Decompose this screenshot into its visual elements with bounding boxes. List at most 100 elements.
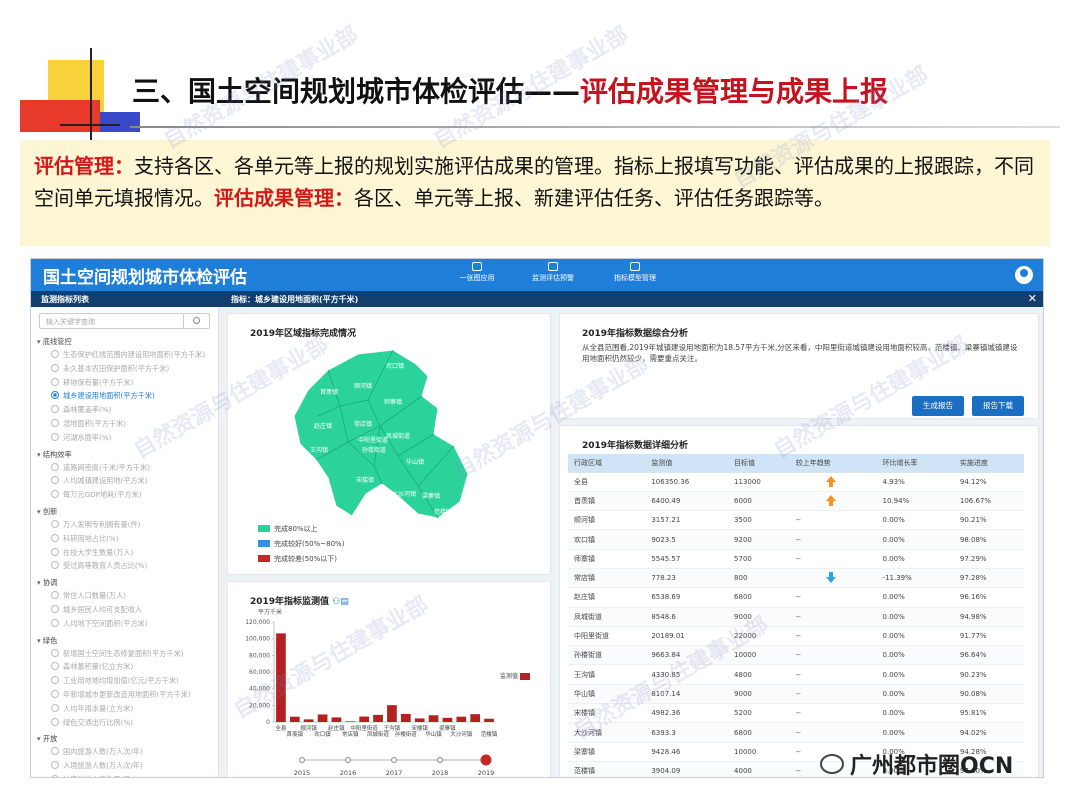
tree-item-radio[interactable]: 受过高等教育人员占比(%) <box>37 559 218 573</box>
table-cell: 0.00% <box>876 607 954 627</box>
x-tick-label: 大沙河镇 <box>450 730 473 738</box>
tree-group[interactable]: 协调 <box>37 576 218 589</box>
region-label: 范楼镇 <box>434 508 452 516</box>
map-panel: 2019年区域指标完成情况 欢口镇 首羡镇 顺河镇 师寨镇 赵庄镇 常店镇 中阳… <box>227 313 551 575</box>
tree-group[interactable]: 结构效率 <box>37 448 218 461</box>
tree-item-radio[interactable]: 人均城镇建设用地(平方米) <box>37 474 218 488</box>
column-header[interactable]: 目标值 <box>728 454 790 473</box>
table-cell: 6400.49 <box>645 491 729 512</box>
tree-item-radio[interactable]: 每万元GDP地耗(平方米) <box>37 488 218 502</box>
timeline-year-dot[interactable] <box>299 757 305 763</box>
table-cell: -- <box>789 626 877 647</box>
bar <box>400 713 411 722</box>
tree-item-radio[interactable]: 外籍常住人口数量(万人) <box>37 773 218 777</box>
table-cell: -- <box>789 722 877 743</box>
table-cell: 106.67% <box>953 491 1024 512</box>
table-cell: 首羡镇 <box>568 491 646 512</box>
table-cell: -- <box>789 684 877 705</box>
tree-item-radio[interactable]: 在校大学生数量(万人) <box>37 546 218 560</box>
nav-label: 指标模型管理 <box>614 274 656 282</box>
nav-map-app[interactable]: 一张图应用 <box>447 262 507 283</box>
user-avatar-icon[interactable] <box>1015 266 1033 284</box>
table-row[interactable]: 王沟镇 4330.85 4800 -- 0.00% 90.23% <box>568 664 1024 685</box>
column-header[interactable]: 实施进度 <box>953 454 1024 473</box>
y-tick-label: 0 <box>266 719 270 726</box>
table-row[interactable]: 宋楼镇 4982.36 5200 -- 0.00% 95.81% <box>568 703 1024 724</box>
tree-item-radio[interactable]: 万人发明专利拥有量(件) <box>37 518 218 532</box>
tree-item-radio[interactable]: 生态保护红线范围内建设用地面积(平方千米) <box>37 348 218 362</box>
summary-title: 2019年指标数据综合分析 <box>582 329 689 339</box>
nav-indicator-model[interactable]: 指标模型管理 <box>605 262 665 283</box>
column-header[interactable]: 行政区域 <box>568 454 646 473</box>
tree-item-radio[interactable]: 森林蓄积量(亿立方米) <box>37 660 218 674</box>
tree-item-radio[interactable]: 城乡建设用地面积(平方千米) <box>37 389 218 403</box>
tree-item-radio[interactable]: 人均地下空间面积(平方米) <box>37 617 218 631</box>
region-label: 顺河镇 <box>354 382 372 390</box>
tree-item-radio[interactable]: 湿地面积(平方千米) <box>37 417 218 431</box>
tree-item-radio[interactable]: 人均年用水量(立方米) <box>37 702 218 716</box>
download-report-button[interactable]: 报告下载 <box>972 396 1024 416</box>
timeline-year-dot[interactable] <box>437 757 443 763</box>
timeline-year-label: 2018 <box>432 769 449 777</box>
table-row[interactable]: 孙楼街道 9663.84 10000 -- 0.00% 96.64% <box>568 645 1024 666</box>
table-row[interactable]: 凤城街道 8548.6 9000 -- 0.00% 94.98% <box>568 607 1024 627</box>
generate-report-button[interactable]: 生成报告 <box>912 396 964 416</box>
summary-panel: 2019年指标数据综合分析 从全县范围看,2019年城镇建设用地面积为18.57… <box>559 313 1039 419</box>
table-row[interactable]: 师寨镇 5545.57 5700 -- 0.00% 97.29% <box>568 549 1024 569</box>
region-label: 常店镇 <box>354 420 372 428</box>
y-tick-label: 100,000 <box>245 636 270 643</box>
bar-chart-panel: 2019年指标监测值 ⚇▤ 平方千米 0 20,000 40,000 60,000 80,… <box>227 581 551 777</box>
timeline-year-dot[interactable] <box>391 757 397 763</box>
table-row[interactable]: 欢口镇 9023.5 9200 -- 0.00% 98.08% <box>568 529 1024 550</box>
table-row[interactable]: 首羡镇 6400.49 6000 10.94% 106.67% <box>568 491 1024 512</box>
tree-item-radio[interactable]: 科研用地占比(%) <box>37 532 218 546</box>
tree-group[interactable]: 绿色 <box>37 634 218 647</box>
tree-item-radio[interactable]: 年新增城市更新改造用地面积(平方千米) <box>37 688 218 702</box>
table-row[interactable]: 全县 106350.36 113000 4.93% 94.12% <box>568 472 1024 492</box>
tree-item-radio[interactable]: 国内旅游人数(万人次/年) <box>37 745 218 759</box>
tree-item-radio[interactable]: 道路网密度(千米/平方千米) <box>37 461 218 475</box>
table-cell: -11.39% <box>876 568 954 589</box>
tree-group[interactable]: 开放 <box>37 732 218 745</box>
region-map[interactable]: 欢口镇 首羡镇 顺河镇 师寨镇 赵庄镇 常店镇 中阳里街道 凤城街道 孙楼街道 … <box>288 346 488 536</box>
tree-item-radio[interactable]: 绿色交通出行比例(%) <box>37 716 218 730</box>
trend-down-icon <box>825 572 836 584</box>
y-tick-label: 40,000 <box>249 686 270 693</box>
table-row[interactable]: 赵庄镇 6538.69 6800 -- 0.00% 96.16% <box>568 587 1024 608</box>
tree-item-radio[interactable]: 常住人口数量(万人) <box>37 589 218 603</box>
tree-item-radio[interactable]: 新增国土空间生态修复面积(平方千米) <box>37 647 218 661</box>
x-tick-label: 常店镇 <box>342 730 359 738</box>
tree-item-radio[interactable]: 永久基本农田保护面积(平方千米) <box>37 362 218 376</box>
sub-header: 监测指标列表 指标：城乡建设用地面积(平方千米) ✕ <box>31 291 1043 307</box>
table-row[interactable]: 华山镇 8107.14 9000 -- 0.00% 90.08% <box>568 684 1024 705</box>
column-header[interactable]: 环比增长率 <box>876 454 954 473</box>
timeline-year-label: 2015 <box>294 769 311 777</box>
timeline-year-dot[interactable] <box>480 754 492 766</box>
tree-item-radio[interactable]: 城乡居民人均可支配收入 <box>37 603 218 617</box>
table-row[interactable]: 顺河镇 3157.21 3500 -- 0.00% 90.21% <box>568 510 1024 531</box>
table-row[interactable]: 中阳里街道 20189.01 22000 -- 0.00% 91.77% <box>568 626 1024 647</box>
tree-group[interactable]: 底线管控 <box>37 335 218 348</box>
tree-item-radio[interactable]: 森林覆盖率(%) <box>37 403 218 417</box>
search-input[interactable]: 输入关键字查询 <box>39 313 210 329</box>
column-header[interactable]: 较上年趋势 <box>789 454 877 473</box>
table-cell: 4330.85 <box>645 664 729 685</box>
search-icon[interactable] <box>183 314 209 328</box>
region-label: 中阳里街道 <box>358 436 388 444</box>
bar <box>387 705 397 722</box>
close-icon[interactable]: ✕ <box>1028 292 1037 305</box>
tree-item-radio[interactable]: 河湖水面率(%) <box>37 431 218 445</box>
indicator-list-label: 监测指标列表 <box>41 295 89 304</box>
table-row[interactable]: 常店镇 778.23 800 -11.39% 97.28% <box>568 568 1024 589</box>
tree-item-radio[interactable]: 工业用地地均增加值(亿元/平方千米) <box>37 674 218 688</box>
bar <box>345 721 356 722</box>
table-row[interactable]: 大沙河镇 6393.3 6800 -- 0.00% 94.02% <box>568 722 1024 743</box>
tree-item-radio[interactable]: 入境旅游人数(万人次/年) <box>37 759 218 773</box>
column-header[interactable]: 监测值 <box>645 454 729 473</box>
map-region-shape[interactable] <box>293 349 469 519</box>
timeline-year-dot[interactable] <box>345 757 351 763</box>
bar-chart: 平方千米 0 20,000 40,000 60,000 80,000 100,000 120,… <box>245 608 530 777</box>
tree-item-radio[interactable]: 耕地保有量(平方千米) <box>37 376 218 390</box>
nav-monitor-warning[interactable]: 监测评估预警 <box>523 262 583 283</box>
tree-group[interactable]: 创新 <box>37 505 218 518</box>
